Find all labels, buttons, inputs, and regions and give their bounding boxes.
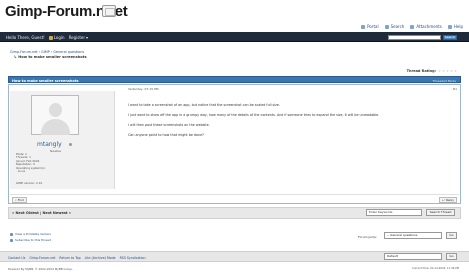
top-link-portal[interactable]: Portal — [361, 24, 379, 29]
avatar[interactable] — [31, 95, 79, 135]
login-link[interactable]: Login — [48, 35, 65, 40]
login-icon — [48, 35, 53, 40]
logo-suffix: et — [114, 2, 128, 20]
thread-title: How to make smaller screenshots — [12, 78, 79, 83]
author-stats: Posts: 1 Threads: 1 Joined: Feb 2024 Rep… — [16, 152, 46, 174]
breadcrumb-current: ↳ How to make smaller screenshots — [14, 55, 87, 59]
subscribe-link[interactable]: Subscribe to this thread — [10, 237, 51, 243]
thread-rating: Thread Rating: — [407, 69, 457, 73]
register-link[interactable]: Register ▾ — [69, 35, 88, 40]
find-label: Find — [17, 198, 24, 202]
top-link-attachments[interactable]: Attachments — [410, 24, 442, 29]
login-label: Login — [53, 35, 65, 40]
theme-go-button[interactable]: Go — [446, 253, 457, 260]
author-name[interactable]: mtangly — [37, 141, 62, 148]
post-footer: ⌕ Find ↩ Reply — [10, 194, 459, 203]
forum-jump-go-button[interactable]: Go — [446, 232, 457, 239]
site-logo[interactable]: Gimp-Forum.n et — [5, 2, 128, 20]
footer-link-contact[interactable]: Contact Us — [8, 256, 25, 260]
post-date: Yesterday, 07:15 PM — [128, 87, 159, 91]
footer-link-site[interactable]: Gimp-Forum.net — [29, 256, 55, 260]
site-header: Gimp-Forum.n et Portal Search Attachment… — [0, 0, 469, 32]
theme-select[interactable]: Default — [384, 253, 442, 260]
portal-icon — [361, 24, 366, 29]
logo-icon — [101, 5, 116, 17]
search-icon — [384, 24, 389, 29]
author-title: Newbie — [50, 149, 62, 153]
top-link-label: Help — [453, 24, 463, 29]
message-line: Can anyone point to how that might be do… — [128, 133, 204, 137]
powered-by: Powered By MyBB, © 2002-2024 MyBB Group. — [8, 267, 73, 271]
search-thread-button[interactable]: Search Thread — [426, 209, 455, 216]
post-number[interactable]: #1 — [453, 87, 457, 91]
forum-jump-label: Forum Jump: — [358, 235, 378, 239]
search-input[interactable] — [388, 35, 441, 40]
message-line: I want to take a screenshot of an app, b… — [128, 103, 280, 107]
thread-nav-links[interactable]: « Next Oldest | Next Newest » — [12, 211, 71, 215]
keywords-input[interactable]: Enter Keywords — [366, 209, 422, 216]
find-button[interactable]: ⌕ Find — [12, 197, 27, 203]
logo-text: Gimp-Forum.n — [5, 2, 105, 20]
search-button[interactable]: Search — [443, 35, 457, 40]
star-icon[interactable] — [454, 69, 457, 73]
top-link-search[interactable]: Search — [384, 24, 405, 29]
breadcrumb-current-label: How to make smaller screenshots — [18, 55, 87, 59]
star-icon[interactable] — [442, 69, 445, 73]
footer-link-lite[interactable]: Lite (Archive) Mode — [85, 256, 116, 260]
thread-tools: View a Printable Version Subscribe to th… — [10, 231, 51, 243]
stat-os-value: · Linux — [16, 169, 26, 174]
star-icon[interactable] — [438, 69, 441, 73]
message-line: I will then post these screenshots on th… — [128, 123, 210, 127]
tool-label: Subscribe to this thread — [15, 238, 51, 242]
reply-icon: ↩ — [442, 198, 445, 202]
rating-stars[interactable] — [438, 69, 457, 73]
subscribe-icon — [10, 238, 13, 242]
top-link-label: Search — [390, 24, 405, 29]
register-label: Register — [68, 35, 86, 40]
top-link-label: Attachments — [416, 24, 442, 29]
gimp-version: GIMP version: 2.10 — [16, 181, 43, 185]
thread-title-bar: How to make smaller screenshots Threaded… — [8, 76, 461, 83]
top-link-label: Portal — [367, 24, 379, 29]
breadcrumb[interactable]: Gimp-Forum.net › GIMP › General question… — [10, 50, 84, 54]
help-icon — [447, 24, 452, 29]
status-icon — [69, 143, 72, 146]
attachment-icon — [410, 24, 415, 29]
reply-button[interactable]: ↩ Reply — [439, 197, 457, 203]
star-icon[interactable] — [446, 69, 449, 73]
rating-label: Thread Rating: — [406, 69, 436, 73]
top-link-help[interactable]: Help — [447, 24, 463, 29]
footer-link-top[interactable]: Return to Top — [59, 256, 80, 260]
find-icon: ⌕ — [15, 198, 17, 202]
star-icon[interactable] — [450, 69, 453, 73]
current-time: Current time: 02-14-2024, 11:36 PM — [412, 267, 459, 270]
printer-icon — [10, 232, 13, 236]
message-line: I just want to show off the app in a gru… — [128, 113, 380, 117]
top-links: Portal Search Attachments Help — [361, 24, 463, 29]
forum-jump-select[interactable]: -- General questions — [384, 232, 442, 239]
footer-link-rss[interactable]: RSS Syndication — [120, 256, 146, 260]
reply-label: Reply — [445, 198, 454, 202]
chevron-down-icon: ▾ — [86, 35, 89, 40]
threaded-mode-link[interactable]: Threaded Mode — [433, 79, 456, 83]
greeting: Hello There, Guest! — [6, 35, 45, 40]
